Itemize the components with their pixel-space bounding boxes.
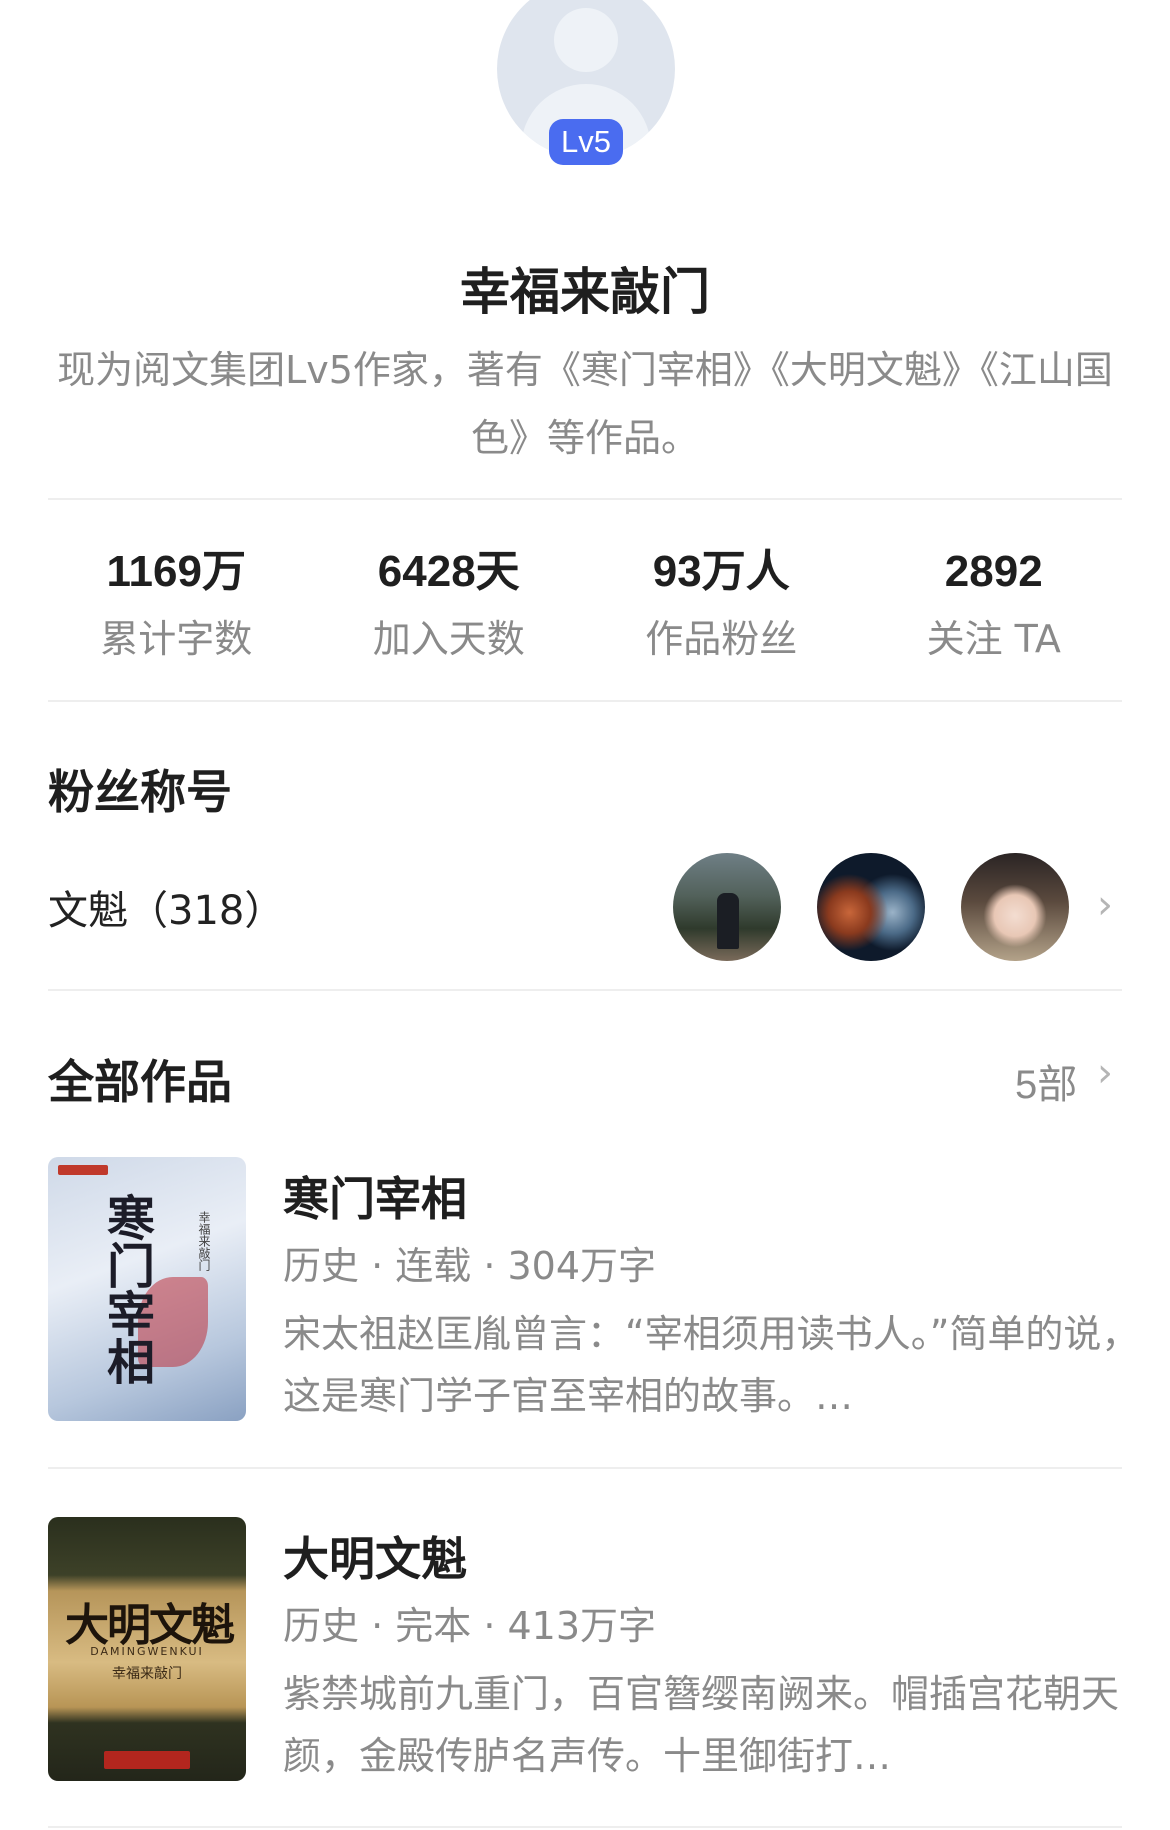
stat-total-words: 1169万 累计字数	[40, 540, 313, 680]
cover-title: 寒门宰相	[98, 1193, 154, 1385]
author-profile-page: Lv5 幸福来敲门 现为阅文集团Lv5作家，著有《寒门宰相》《大明文魁》《江山国…	[0, 0, 1170, 1830]
divider	[48, 700, 1122, 702]
stat-label: 关注 TA	[926, 617, 1061, 661]
cover-title: 大明文魁	[65, 1600, 235, 1651]
author-bio: 现为阅文集团Lv5作家，著有《寒门宰相》《大明文魁》《江山国色》等作品。	[57, 348, 1113, 460]
stat-days-joined: 6428天 加入天数	[313, 540, 586, 680]
divider	[48, 498, 1122, 500]
fan-title-heading: 粉丝称号	[48, 765, 232, 819]
divider	[48, 989, 1122, 991]
cover-subtitle: DAMINGWENKUI	[90, 1645, 204, 1658]
stat-value: 2892	[944, 547, 1043, 596]
book-item[interactable]: 寒门宰相 幸福来敲门 寒门宰相 历史 · 连载 · 304万字 宋太祖赵匡胤曾言…	[48, 1157, 1139, 1427]
stat-value: 1169万	[106, 547, 246, 596]
works-count[interactable]: 5部	[1015, 1052, 1077, 1110]
cover-author: 幸福来敲门	[197, 1211, 211, 1271]
chevron-right-icon[interactable]: ›	[1097, 1050, 1113, 1096]
fan-avatar-figure	[717, 893, 739, 949]
fan-avatar[interactable]	[817, 853, 925, 961]
stat-value: 6428天	[377, 547, 520, 596]
book-meta: 历史 · 连载 · 304万字	[283, 1244, 657, 1288]
stat-following[interactable]: 2892 关注 TA	[858, 540, 1131, 680]
stat-label: 累计字数	[100, 617, 253, 661]
fan-avatar[interactable]	[673, 853, 781, 961]
publisher-logo	[104, 1751, 190, 1769]
stat-fans[interactable]: 93万人 作品粉丝	[585, 540, 858, 680]
book-description: 紫禁城前九重门，百官簪缨南阙来。帽插宫花朝天颜，金殿传胪名声传。十里御街打…	[283, 1672, 1120, 1778]
all-works-heading: 全部作品	[48, 1055, 232, 1109]
book-title: 寒门宰相	[283, 1172, 467, 1226]
book-description: 宋太祖赵匡胤曾言：“宰相须用读书人。”简单的说，这是寒门学子官至宰相的故事。…	[283, 1312, 1140, 1418]
fan-title-name[interactable]: 文魁（318）	[48, 878, 284, 936]
fan-avatar[interactable]	[961, 853, 1069, 961]
divider	[48, 1467, 1122, 1469]
stats-row: 1169万 累计字数 6428天 加入天数 93万人 作品粉丝 2892 关注 …	[40, 540, 1130, 680]
avatar-placeholder-head	[554, 8, 618, 72]
stat-value: 93万人	[652, 547, 790, 596]
stat-label: 作品粉丝	[645, 617, 798, 661]
divider	[48, 1826, 1122, 1828]
chevron-right-icon[interactable]: ›	[1097, 882, 1113, 928]
book-meta: 历史 · 完本 · 413万字	[283, 1604, 657, 1648]
publisher-logo	[58, 1165, 108, 1175]
cover-author: 幸福来敲门	[112, 1666, 182, 1682]
stat-label: 加入天数	[372, 617, 525, 661]
book-cover[interactable]: 大明文魁 DAMINGWENKUI 幸福来敲门	[48, 1517, 246, 1781]
book-item[interactable]: 大明文魁 DAMINGWENKUI 幸福来敲门 大明文魁 历史 · 完本 · 4…	[48, 1517, 1122, 1787]
book-title: 大明文魁	[283, 1532, 467, 1586]
book-cover[interactable]: 寒门宰相 幸福来敲门	[48, 1157, 246, 1421]
author-name: 幸福来敲门	[460, 263, 710, 321]
level-badge: Lv5	[549, 119, 623, 165]
